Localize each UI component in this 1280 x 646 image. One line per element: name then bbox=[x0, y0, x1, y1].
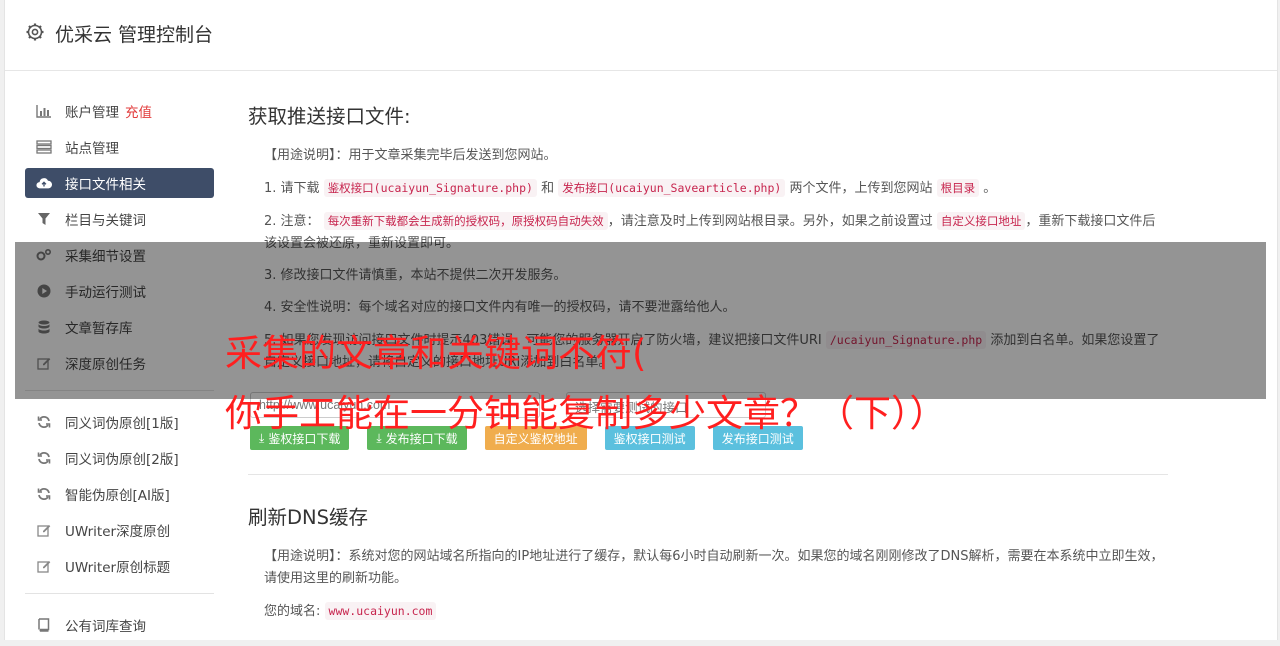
sidebar-item-label: 同义词伪原创[2版] bbox=[65, 452, 179, 468]
sidebar-item-uwriter-title[interactable]: UWriter原创标题 bbox=[25, 551, 214, 581]
code-publish-file: 发布接口(ucaiyun_Savearticle.php) bbox=[558, 179, 786, 197]
domain-label: 您的域名: bbox=[264, 604, 321, 619]
sidebar-divider bbox=[25, 593, 214, 594]
edit-icon bbox=[36, 522, 52, 538]
sidebar-item-account[interactable]: 账户管理 充值 bbox=[25, 96, 214, 126]
code-custom-interface: 自定义接口地址 bbox=[936, 212, 1026, 230]
domain-value: www.ucaiyun.com bbox=[324, 602, 437, 620]
server-icon bbox=[36, 139, 52, 155]
step-text: 和 bbox=[541, 181, 555, 196]
bar-chart-icon bbox=[36, 103, 52, 119]
section-divider bbox=[248, 474, 1168, 475]
sidebar-item-label: 智能伪原创[AI版] bbox=[65, 488, 170, 504]
page-title: 优采云 管理控制台 bbox=[55, 24, 214, 46]
sidebar-item-interface-files[interactable]: 接口文件相关 bbox=[25, 168, 214, 198]
step-text: 。 bbox=[983, 181, 997, 196]
book-icon bbox=[36, 617, 52, 633]
usage-text: ：系统对您的网站域名所指向的IP地址进行了缓存，默认每6小时自动刷新一次。如果您… bbox=[264, 549, 1164, 586]
sidebar-item-synonym-v2[interactable]: 同义词伪原创[2版] bbox=[25, 443, 214, 473]
step-text: ，请注意及时上传到网站根目录。另外，如果之前设置过 bbox=[607, 214, 933, 229]
domain-row: 您的域名: www.ucaiyun.com bbox=[264, 600, 1168, 623]
sidebar-item-synonym-v1[interactable]: 同义词伪原创[1版] bbox=[25, 407, 214, 437]
overlay-caption-line-2: 你手工能在一分钟能复制多少文章？（下）） bbox=[225, 392, 947, 435]
sidebar-item-uwriter-deep[interactable]: UWriter深度原创 bbox=[25, 515, 214, 545]
sidebar-item-label: 公有词库查询 bbox=[65, 619, 146, 635]
code-root-dir: 根目录 bbox=[936, 179, 980, 197]
usage-label: 【用途说明】 bbox=[264, 148, 336, 163]
sidebar-item-ai-original[interactable]: 智能伪原创[AI版] bbox=[25, 479, 214, 509]
sidebar-item-label: UWriter原创标题 bbox=[65, 560, 171, 576]
code-auth-file: 鉴权接口(ucaiyun_Signature.php) bbox=[323, 179, 537, 197]
sidebar-item-columns-keywords[interactable]: 栏目与关键词 bbox=[25, 204, 214, 234]
refresh-icon bbox=[36, 414, 52, 430]
sidebar-item-label: 账户管理 bbox=[65, 105, 119, 121]
step-text: 两个文件，上传到您网站 bbox=[789, 181, 933, 196]
header: 优采云 管理控制台 bbox=[5, 0, 1277, 71]
filter-icon bbox=[36, 211, 52, 227]
refresh-icon bbox=[36, 486, 52, 502]
usage-label: 【用途说明】 bbox=[264, 549, 336, 564]
refresh-icon bbox=[36, 450, 52, 466]
usage-text: ：用于文章采集完毕后发送到您网站。 bbox=[335, 148, 557, 163]
sidebar-item-public-lexicon[interactable]: 公有词库查询 bbox=[25, 610, 214, 640]
gear-icon bbox=[26, 23, 44, 41]
sidebar-item-label: 栏目与关键词 bbox=[65, 213, 146, 229]
recharge-link[interactable]: 充值 bbox=[125, 101, 152, 121]
sidebar-item-label: 同义词伪原创[1版] bbox=[65, 416, 179, 432]
section-title-push-interface: 获取推送接口文件: bbox=[248, 105, 411, 128]
step-1: 1. 请下载 鉴权接口(ucaiyun_Signature.php) 和 发布接… bbox=[264, 177, 1168, 200]
sidebar-item-label: 站点管理 bbox=[65, 141, 119, 157]
step-text: 2. 注意： bbox=[264, 214, 320, 229]
sidebar-item-label: UWriter深度原创 bbox=[65, 524, 171, 540]
sidebar-item-label: 接口文件相关 bbox=[65, 177, 146, 193]
sidebar-item-sites[interactable]: 站点管理 bbox=[25, 132, 214, 162]
overlay-caption-line-1: 采集的文章和关键词不符( bbox=[225, 332, 647, 375]
step-text: 1. 请下载 bbox=[264, 181, 320, 196]
dns-usage-description: 【用途说明】：系统对您的网站域名所指向的IP地址进行了缓存，默认每6小时自动刷新… bbox=[264, 546, 1168, 590]
code-auth-warning: 每次重新下载都会生成新的授权码，原授权码自动失效 bbox=[323, 212, 608, 230]
edit-icon bbox=[36, 558, 52, 574]
usage-description: 【用途说明】：用于文章采集完毕后发送到您网站。 bbox=[264, 145, 1168, 167]
cloud-upload-icon bbox=[36, 175, 52, 191]
section-title-dns: 刷新DNS缓存 bbox=[248, 506, 368, 529]
